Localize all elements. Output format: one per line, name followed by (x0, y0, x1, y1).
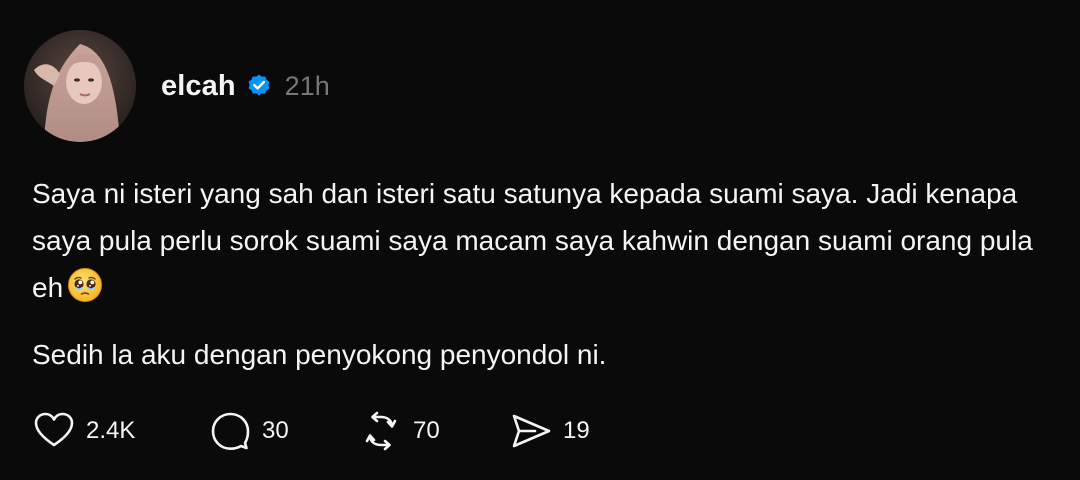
send-icon (512, 414, 551, 448)
pleading-face-emoji (67, 267, 103, 303)
share-count: 19 (563, 417, 590, 444)
reply-button[interactable]: 30 (208, 409, 359, 453)
thread-post: elcah 21h Saya ni isteri yang sah dan is… (0, 0, 1080, 480)
post-time: 21h (284, 70, 330, 101)
post-header: elcah 21h (161, 64, 330, 108)
verified-badge-icon (246, 73, 272, 99)
repost-icon (365, 411, 397, 451)
like-button[interactable]: 2.4K (32, 409, 160, 453)
heart-icon (34, 412, 74, 447)
post-paragraph: Sedih la aku dengan penyokong penyondol … (32, 331, 1052, 378)
share-button[interactable]: 19 (509, 409, 590, 453)
reply-count: 30 (262, 417, 289, 444)
post-paragraph: Saya ni isteri yang sah dan isteri satu … (32, 170, 1052, 311)
action-bar: 2.4K 30 70 19 (32, 408, 590, 454)
repost-button[interactable]: 70 (359, 409, 509, 453)
comment-icon (211, 412, 250, 450)
avatar[interactable] (24, 30, 136, 142)
post-paragraph-text: Saya ni isteri yang sah dan isteri satu … (32, 178, 1033, 303)
post-body: Saya ni isteri yang sah dan isteri satu … (32, 170, 1052, 378)
repost-count: 70 (413, 417, 440, 444)
post-paragraph-text: Sedih la aku dengan penyokong penyondol … (32, 339, 607, 370)
avatar-image (24, 30, 136, 142)
like-count: 2.4K (86, 417, 136, 444)
username[interactable]: elcah (161, 70, 236, 103)
